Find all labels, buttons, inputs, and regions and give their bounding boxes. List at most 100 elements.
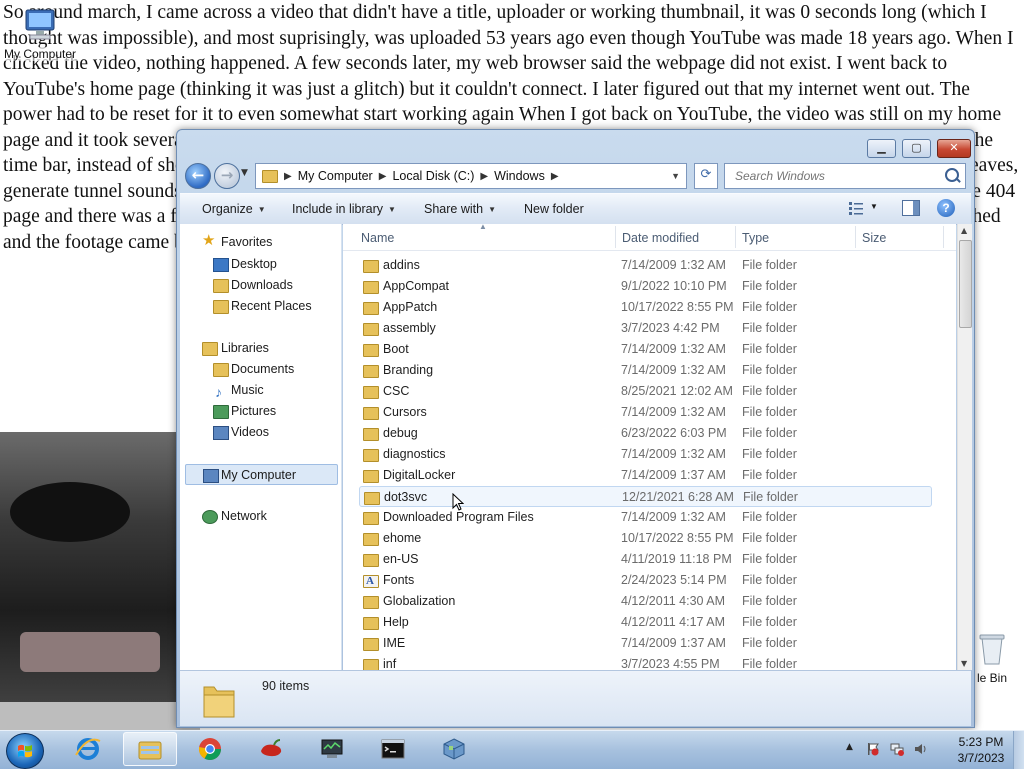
nav-favorites[interactable]: ★ Favorites [180, 232, 338, 253]
file-type: File folder [742, 468, 797, 482]
item-count: 90 items [262, 679, 310, 693]
file-row[interactable]: addins 7/14/2009 1:32 AM File folder [359, 255, 932, 276]
file-row[interactable]: Branding 7/14/2009 1:32 AM File folder [359, 360, 932, 381]
vertical-scrollbar[interactable]: ▲ ▼ [957, 224, 972, 670]
help-button[interactable]: ? [937, 199, 955, 217]
search-icon[interactable] [945, 168, 959, 182]
taskbar-internet-explorer[interactable] [62, 732, 116, 766]
organize-button[interactable]: Organize ▼ [202, 202, 266, 216]
column-header-date-modified[interactable]: Date modified [622, 231, 699, 245]
taskbar-chrome[interactable] [184, 732, 238, 766]
taskbar-windows-explorer[interactable] [123, 732, 177, 766]
system-tray: ▲ 5:23 PM 3/7/2023 [842, 731, 1024, 769]
chevron-right-icon[interactable]: ▶ [377, 171, 389, 182]
file-row[interactable]: AppPatch 10/17/2022 8:55 PM File folder [359, 297, 932, 318]
file-row[interactable]: dot3svc 12/21/2021 6:28 AM File folder [359, 486, 932, 507]
desktop-icon-my-computer[interactable]: My Computer [0, 8, 80, 61]
address-bar[interactable]: ▶ My Computer ▶ Local Disk (C:) ▶ Window… [255, 163, 687, 189]
file-row[interactable]: en-US 4/11/2019 11:18 PM File folder [359, 549, 932, 570]
search-input[interactable] [733, 168, 937, 184]
title-bar[interactable]: ▁ ▢ ✕ [177, 130, 974, 160]
file-name: assembly [383, 321, 436, 335]
taskbar-system-monitor[interactable] [306, 732, 360, 766]
preview-pane-button[interactable] [902, 200, 920, 216]
file-row[interactable]: Downloaded Program Files 7/14/2009 1:32 A… [359, 507, 932, 528]
breadcrumb-windows[interactable]: Windows [490, 169, 549, 183]
chevron-right-icon[interactable]: ▶ [549, 171, 561, 182]
column-header-type[interactable]: Type [742, 231, 769, 245]
column-header-name[interactable]: Name [361, 231, 394, 245]
maximize-button[interactable]: ▢ [902, 139, 931, 158]
show-hidden-icons-icon[interactable]: ▲ [846, 742, 853, 752]
file-row[interactable]: diagnostics 7/14/2009 1:32 AM File folder [359, 444, 932, 465]
search-box[interactable] [724, 163, 966, 189]
column-header-size[interactable]: Size [862, 231, 886, 245]
file-row[interactable]: DigitalLocker 7/14/2009 1:37 AM File folde… [359, 465, 932, 486]
file-row[interactable]: AppCompat 9/1/2022 10:10 PM File folder [359, 276, 932, 297]
file-row[interactable]: IME 7/14/2009 1:37 AM File folder [359, 633, 932, 654]
file-row[interactable]: Fonts 2/24/2023 5:14 PM File folder [359, 570, 932, 592]
include-in-library-button[interactable]: Include in library ▼ [292, 202, 396, 216]
nav-item-music[interactable]: ♪ Music [180, 380, 338, 401]
scroll-down-icon[interactable]: ▼ [961, 659, 967, 668]
nav-item-recent-places[interactable]: Recent Places [180, 296, 338, 317]
action-center-flag-icon[interactable] [866, 742, 880, 756]
file-date: 4/12/2011 4:17 AM [621, 615, 726, 629]
file-row[interactable]: inf 3/7/2023 4:55 PM File folder [359, 654, 932, 670]
file-row[interactable]: Globalization 4/12/2011 4:30 AM File folde… [359, 591, 932, 612]
file-type: File folder [742, 279, 797, 293]
forward-button[interactable]: → [214, 163, 240, 189]
file-row[interactable]: Boot 7/14/2009 1:32 AM File folder [359, 339, 932, 360]
nav-item-desktop[interactable]: Desktop [180, 254, 338, 275]
file-row[interactable]: Help 4/12/2011 4:17 AM File folder [359, 612, 932, 633]
file-type: File folder [742, 258, 797, 272]
clock[interactable]: 5:23 PM 3/7/2023 [946, 734, 1016, 766]
recent-pages-dropdown[interactable]: ▼ [241, 168, 248, 178]
file-row[interactable]: ehome 10/17/2022 8:55 PM File folder [359, 528, 932, 549]
refresh-button[interactable]: ⟳ [694, 163, 718, 189]
scroll-up-icon[interactable]: ▲ [961, 226, 967, 235]
nav-my-computer[interactable]: My Computer [185, 464, 338, 485]
chevron-right-icon[interactable]: ▶ [282, 171, 294, 182]
file-date: 7/14/2009 1:32 AM [621, 363, 726, 377]
close-button[interactable]: ✕ [937, 139, 971, 158]
organize-label: Organize [202, 202, 253, 216]
file-row[interactable]: debug 6/23/2022 6:03 PM File folder [359, 423, 932, 444]
chevron-right-icon[interactable]: ▶ [478, 171, 490, 182]
computer-icon [25, 9, 55, 40]
nav-item-videos[interactable]: Videos [180, 422, 338, 443]
nav-item-downloads[interactable]: Downloads [180, 275, 338, 296]
file-type: File folder [742, 594, 797, 608]
nav-item-pictures[interactable]: Pictures [180, 401, 338, 422]
change-view-icon[interactable] [848, 200, 864, 216]
file-row[interactable]: Cursors 7/14/2009 1:32 AM File folder [359, 402, 932, 423]
new-folder-button[interactable]: New folder [524, 202, 584, 216]
nav-libraries[interactable]: Libraries [180, 338, 338, 359]
start-button[interactable] [6, 733, 44, 769]
taskbar: ▲ 5:23 PM 3/7/2023 [0, 730, 1024, 769]
taskbar-command-prompt[interactable] [367, 732, 421, 766]
file-type: File folder [742, 573, 797, 587]
minimize-button[interactable]: ▁ [867, 139, 896, 158]
breadcrumb-my-computer[interactable]: My Computer [294, 169, 377, 183]
arrow-right-icon: → [220, 166, 234, 184]
file-row[interactable]: assembly 3/7/2023 4:42 PM File folder [359, 318, 932, 339]
taskbar-network-cube[interactable] [428, 732, 482, 766]
share-with-button[interactable]: Share with ▼ [424, 202, 496, 216]
breadcrumb-local-disk[interactable]: Local Disk (C:) [388, 169, 478, 183]
view-options-dropdown-icon[interactable]: ▼ [870, 202, 878, 211]
file-date: 7/14/2009 1:32 AM [621, 258, 726, 272]
back-button[interactable]: ← [185, 163, 211, 189]
file-type: File folder [742, 552, 797, 566]
recycle-bin-icon [979, 634, 1005, 665]
network-status-icon[interactable] [890, 742, 904, 756]
file-row[interactable]: CSC 8/25/2021 12:02 AM File folder [359, 381, 932, 402]
address-dropdown-icon[interactable]: ▼ [665, 171, 686, 181]
taskbar-pepper-app[interactable] [245, 732, 299, 766]
scrollbar-thumb[interactable] [959, 240, 972, 328]
volume-icon[interactable] [914, 742, 928, 756]
file-date: 7/14/2009 1:37 AM [621, 468, 726, 482]
show-desktop-button[interactable] [1013, 731, 1024, 769]
nav-item-documents[interactable]: Documents [180, 359, 338, 380]
nav-network[interactable]: Network [180, 506, 338, 527]
